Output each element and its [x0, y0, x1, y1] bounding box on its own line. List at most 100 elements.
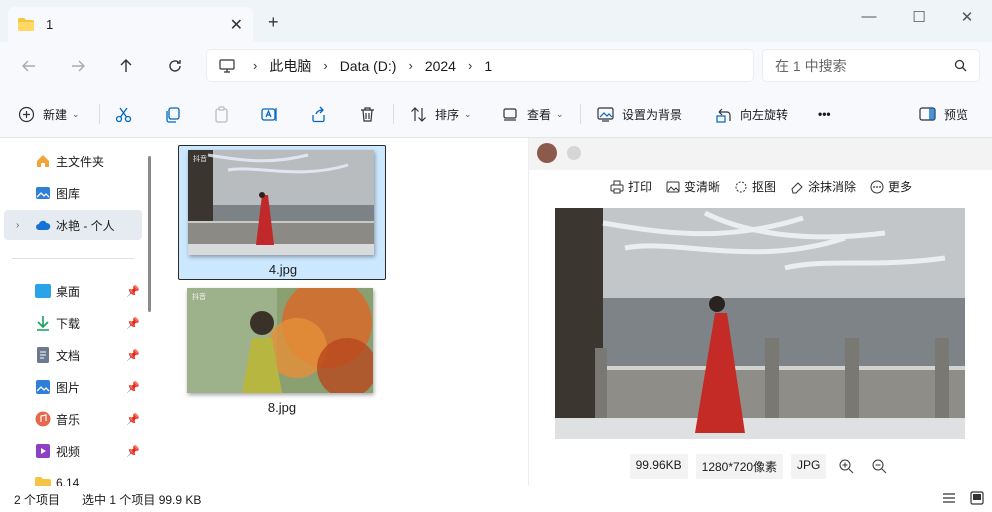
forward-button[interactable]: [67, 55, 89, 77]
sidebar-item-onedrive[interactable]: › 冰艳 - 个人: [4, 210, 142, 240]
view-switcher: [942, 491, 984, 505]
pin-icon[interactable]: 📌: [126, 317, 140, 330]
watermark-text: 抖音: [192, 294, 206, 301]
breadcrumb-1[interactable]: 1: [484, 58, 492, 74]
new-button[interactable]: 新建 ⌄: [18, 102, 80, 126]
chevron-right-icon[interactable]: ›: [323, 58, 327, 73]
view-label: 查看: [527, 107, 552, 122]
refresh-button[interactable]: [164, 55, 186, 77]
address-bar[interactable]: › 此电脑 › Data (D:) › 2024 › 1: [206, 49, 754, 82]
close-window-button[interactable]: ✕: [952, 8, 982, 26]
large-icons-view-icon[interactable]: [970, 491, 984, 505]
sidebar-item-label: 下载: [56, 316, 81, 331]
file-item-8jpg[interactable]: 抖音 8.jpg: [178, 284, 386, 419]
image-thumbnail: 抖音: [187, 288, 373, 393]
navigation-pane: 主文件夹 图库 › 冰艳 - 个人 桌面 📌 下载 📌 文档 📌 图片 📌 音乐…: [0, 138, 160, 486]
tab-current-folder[interactable]: 1 ✕: [8, 7, 253, 42]
details-view-icon[interactable]: [942, 491, 956, 505]
new-tab-button[interactable]: +: [268, 12, 279, 33]
avatar[interactable]: [537, 143, 557, 163]
file-item-4jpg[interactable]: 抖音 4.jpg: [178, 145, 386, 280]
pin-icon[interactable]: 📌: [126, 445, 140, 458]
close-tab-icon[interactable]: ✕: [230, 15, 243, 35]
avatar-secondary[interactable]: [567, 146, 581, 160]
sort-label: 排序: [435, 107, 460, 122]
preview-pane-button[interactable]: 预览: [919, 102, 968, 126]
file-size: 99.96KB: [629, 454, 688, 479]
up-button[interactable]: [115, 55, 137, 77]
pin-icon[interactable]: 📌: [126, 413, 140, 426]
sidebar-scrollbar[interactable]: [148, 156, 151, 312]
status-bar: 2 个项目 选中 1 个项目 99.9 KB: [0, 486, 992, 512]
file-name: 4.jpg: [268, 262, 298, 277]
tab-title: 1: [46, 17, 54, 32]
more-button[interactable]: 更多: [870, 178, 912, 195]
more-options-button[interactable]: •••: [818, 102, 831, 126]
sidebar-item-documents[interactable]: 文档 📌: [4, 340, 142, 370]
chevron-right-icon[interactable]: ›: [468, 58, 472, 73]
preview-header: [529, 138, 992, 170]
image-info: 99.96KB 1280*720像素 JPG: [529, 454, 992, 479]
breadcrumb-drive[interactable]: Data (D:): [340, 58, 397, 74]
cutout-icon: [735, 181, 747, 192]
sidebar-item-label: 冰艳 - 个人: [56, 218, 115, 233]
search-input[interactable]: 在 1 中搜索: [762, 49, 980, 82]
zoom-in-button[interactable]: [834, 454, 859, 479]
sidebar-item-music[interactable]: 音乐 📌: [4, 404, 142, 434]
scissors-icon: [115, 107, 132, 122]
chevron-down-icon: ⌄: [464, 108, 472, 119]
pin-icon[interactable]: 📌: [126, 381, 140, 394]
back-button[interactable]: [18, 55, 40, 77]
rotate-left-button[interactable]: 向左旋转: [715, 102, 788, 126]
sidebar-item-label: 文档: [56, 348, 81, 363]
delete-button[interactable]: [359, 102, 376, 126]
pin-icon[interactable]: 📌: [126, 349, 140, 362]
more-circle-icon: [870, 180, 884, 193]
breadcrumb-2024[interactable]: 2024: [425, 58, 456, 74]
share-button[interactable]: [310, 102, 327, 126]
print-button[interactable]: 打印: [610, 178, 652, 195]
view-button[interactable]: 查看 ⌄: [502, 102, 564, 126]
sidebar-item-label: 图片: [56, 380, 81, 395]
copy-button[interactable]: [164, 102, 181, 126]
zoom-in-icon: [839, 459, 854, 474]
set-as-background-button[interactable]: 设置为背景: [597, 102, 682, 126]
folder-icon: [35, 475, 51, 486]
sort-button[interactable]: 排序 ⌄: [410, 102, 472, 126]
breadcrumb-this-pc[interactable]: 此电脑: [269, 56, 311, 76]
chevron-right-icon[interactable]: ›: [408, 58, 412, 73]
onedrive-cloud-icon: [35, 217, 51, 233]
paste-button[interactable]: [213, 102, 230, 126]
chevron-right-icon[interactable]: ›: [253, 58, 257, 73]
sidebar-item-gallery[interactable]: 图库: [4, 178, 142, 208]
printer-icon: [610, 180, 624, 193]
rename-button[interactable]: [261, 102, 278, 126]
sidebar-item-label: 音乐: [56, 412, 81, 427]
tab-bar: 1 ✕ + — ☐ ✕: [0, 0, 992, 42]
cutout-button[interactable]: 抠图: [734, 178, 776, 195]
sidebar-item-home[interactable]: 主文件夹: [4, 146, 142, 176]
desktop-icon: [35, 283, 51, 299]
image-dimensions: 1280*720像素: [695, 454, 784, 479]
watermark-text: 抖音: [193, 156, 207, 163]
chevron-right-icon[interactable]: ›: [16, 220, 19, 231]
preview-actions: 打印 变清晰 抠图 涂抹消除 更多: [529, 178, 992, 195]
sidebar-item-videos[interactable]: 视频 📌: [4, 436, 142, 466]
sidebar-item-folder-614[interactable]: 6.14: [4, 468, 142, 486]
preview-image: [555, 208, 965, 439]
maximize-button[interactable]: ☐: [904, 8, 934, 26]
sidebar-item-downloads[interactable]: 下载 📌: [4, 308, 142, 338]
erase-button[interactable]: 涂抹消除: [790, 178, 856, 195]
zoom-out-button[interactable]: [867, 454, 892, 479]
sidebar-item-desktop[interactable]: 桌面 📌: [4, 276, 142, 306]
rotate-left-label: 向左旋转: [740, 107, 789, 122]
pin-icon[interactable]: 📌: [126, 285, 140, 298]
print-label: 打印: [627, 180, 652, 194]
preview-label: 预览: [944, 107, 969, 122]
minimize-button[interactable]: —: [854, 8, 884, 25]
divider: [393, 104, 394, 124]
arrow-right-icon: [72, 60, 85, 72]
cut-button[interactable]: [115, 102, 132, 126]
sidebar-item-pictures[interactable]: 图片 📌: [4, 372, 142, 402]
enhance-button[interactable]: 变清晰: [666, 178, 720, 195]
